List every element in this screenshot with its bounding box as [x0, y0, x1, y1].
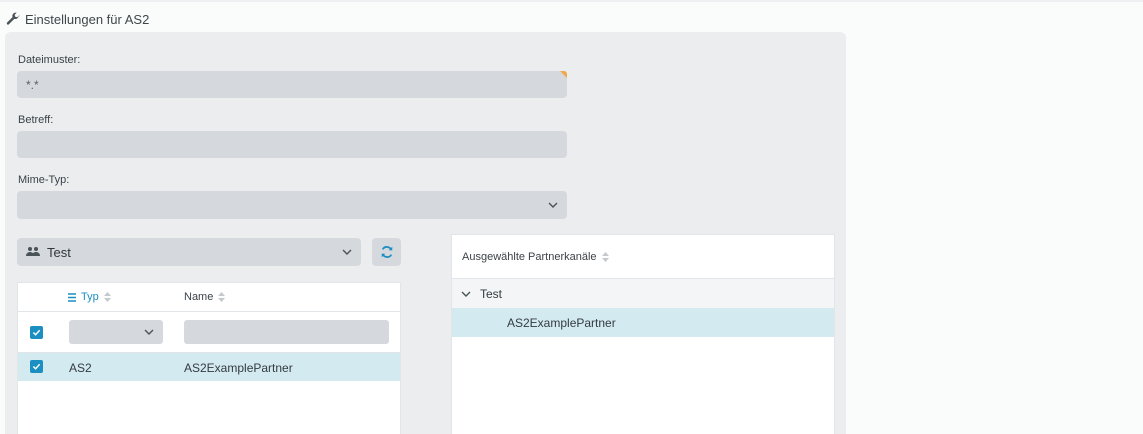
row-checkbox[interactable] — [30, 360, 43, 373]
list-icon — [68, 292, 76, 302]
row-type: AS2 — [69, 361, 92, 375]
subject-label: Betreff: — [18, 114, 54, 126]
group-row[interactable]: Test — [452, 279, 834, 308]
selected-channels-header-label: Ausgewählte Partnerkanäle — [462, 250, 597, 263]
refresh-button[interactable] — [372, 238, 401, 266]
row-name: AS2ExamplePartner — [184, 361, 293, 375]
chevron-down-icon — [342, 249, 352, 255]
file-pattern-input[interactable]: *.* — [17, 71, 567, 98]
column-header-type[interactable]: Typ — [68, 291, 111, 303]
selected-channels-header[interactable]: Ausgewählte Partnerkanäle — [462, 249, 609, 264]
user-group-icon — [26, 247, 40, 256]
file-pattern-value: *.* — [26, 77, 39, 92]
wrench-icon — [6, 12, 20, 25]
chevron-down-icon — [548, 202, 558, 208]
section-header: Einstellungen für AS2 — [6, 10, 149, 28]
sort-icon — [103, 292, 111, 302]
chevron-down-icon — [461, 291, 471, 297]
group-label: Test — [480, 286, 503, 301]
sort-icon — [601, 251, 609, 262]
partner-channel-table: Typ Name AS2 AS2ExamplePartner — [17, 282, 401, 434]
mime-type-label: Mime-Typ: — [18, 174, 70, 186]
sort-icon — [218, 292, 226, 302]
header-divider — [18, 311, 400, 312]
column-header-name[interactable]: Name — [184, 291, 226, 303]
select-all-checkbox[interactable] — [30, 326, 43, 339]
selected-channels-panel: Ausgewählte Partnerkanäle Test AS2Exampl… — [451, 234, 835, 434]
check-icon — [32, 363, 41, 370]
required-marker — [560, 71, 567, 78]
refresh-icon — [381, 246, 392, 258]
column-header-name-label: Name — [184, 291, 214, 303]
subject-input[interactable] — [17, 131, 567, 158]
list-item[interactable]: AS2ExamplePartner — [452, 308, 834, 337]
partner-group-select[interactable]: Test — [17, 238, 361, 266]
check-icon — [32, 329, 41, 336]
file-pattern-label: Dateimuster: — [18, 54, 81, 66]
top-divider — [0, 0, 1143, 2]
partner-group-value: Test — [47, 244, 71, 260]
table-row[interactable]: AS2 AS2ExamplePartner — [18, 353, 400, 381]
chevron-down-icon — [144, 329, 154, 335]
list-item-label: AS2ExamplePartner — [507, 316, 616, 330]
section-title: Einstellungen für AS2 — [25, 11, 150, 27]
name-filter-input[interactable] — [184, 320, 389, 344]
settings-panel: Dateimuster: *.* Betreff: Mime-Typ: Test… — [5, 32, 846, 434]
mime-type-select[interactable] — [17, 191, 567, 219]
column-header-type-label: Typ — [81, 291, 99, 303]
type-filter-select[interactable] — [69, 320, 163, 344]
